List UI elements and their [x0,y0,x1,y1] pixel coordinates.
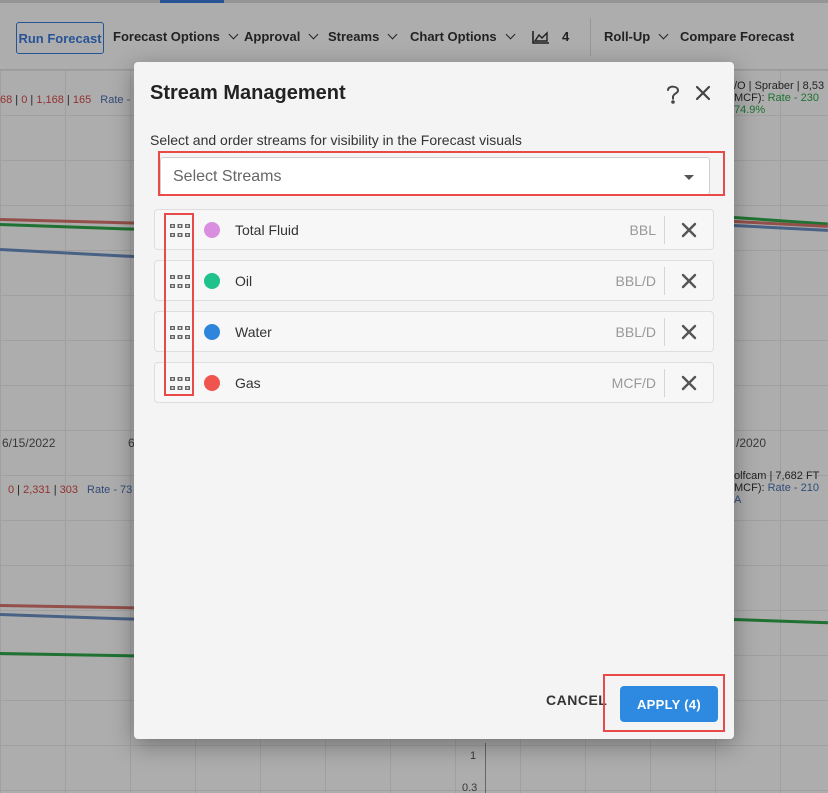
stream-row-total-fluid[interactable]: Total Fluid BBL [154,209,714,250]
row-divider [664,267,665,295]
remove-stream-icon[interactable] [681,273,697,289]
help-icon[interactable] [662,82,684,106]
select-streams-dropdown[interactable]: Select Streams [160,157,710,195]
dialog-subtitle: Select and order streams for visibility … [150,132,522,148]
drag-handle-icon[interactable] [169,376,191,391]
close-icon[interactable] [694,84,712,102]
row-divider [664,216,665,244]
stream-color-dot [204,273,220,289]
remove-stream-icon[interactable] [681,324,697,340]
stream-name: Water [235,324,272,340]
drag-handle-icon[interactable] [169,274,191,289]
stream-row-gas[interactable]: Gas MCF/D [154,362,714,403]
stream-unit: BBL/D [615,273,656,289]
dialog-title: Stream Management [150,82,346,104]
drag-handle-icon[interactable] [169,325,191,340]
stream-list: Total Fluid BBL Oil BBL/D Water BBL/D Ga… [154,209,714,413]
stream-color-dot [204,375,220,391]
stream-row-oil[interactable]: Oil BBL/D [154,260,714,301]
stream-unit: MCF/D [611,375,656,391]
stream-name: Total Fluid [235,222,299,238]
remove-stream-icon[interactable] [681,375,697,391]
stream-name: Gas [235,375,261,391]
stream-row-water[interactable]: Water BBL/D [154,311,714,352]
stream-unit: BBL [629,222,656,238]
stream-color-dot [204,222,220,238]
stream-management-dialog: Stream Management Select and order strea… [134,62,734,739]
select-streams-placeholder: Select Streams [173,168,282,185]
stream-color-dot [204,324,220,340]
remove-stream-icon[interactable] [681,222,697,238]
stream-name: Oil [235,273,253,289]
apply-button[interactable]: APPLY (4) [620,686,718,722]
drag-handle-icon[interactable] [169,223,191,238]
cancel-button[interactable]: CANCEL [546,692,607,708]
stream-unit: BBL/D [615,324,656,340]
caret-down-icon [684,175,694,180]
row-divider [664,369,665,397]
row-divider [664,318,665,346]
